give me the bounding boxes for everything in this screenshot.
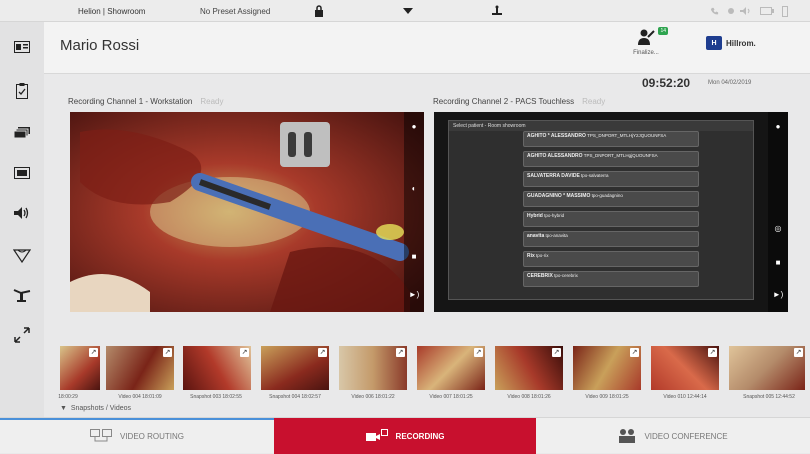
operating-table-icon[interactable]	[11, 284, 33, 306]
channel2-title: Recording Channel 2 - PACS Touchless Read…	[433, 97, 606, 106]
patient-name: Mario Rossi	[60, 37, 140, 54]
app-title: Helion | Showroom	[78, 6, 146, 16]
record-dot-icon[interactable]: ●	[768, 122, 788, 131]
surgical-table-icon[interactable]	[490, 0, 504, 22]
preset-status: No Preset Assigned	[200, 6, 271, 16]
pacs-row[interactable]: Hybrid tpo-hybrid	[523, 211, 699, 227]
pacs-row[interactable]: anavita tpo-anavita	[523, 231, 699, 247]
channel2-controls: ● ◎ ■ ►)	[768, 112, 788, 312]
snapshot-thumbnail[interactable]: ↗	[729, 346, 805, 390]
snapshot-thumbnail[interactable]: ↗	[573, 346, 641, 390]
pacs-patient-list: Select patient - Room showroom AGHITO * …	[448, 120, 754, 300]
sidebar	[0, 22, 44, 417]
expand-arrow-icon[interactable]: ↗	[474, 348, 483, 357]
recording-icon	[365, 429, 388, 441]
surgery-video-image	[70, 112, 424, 312]
snapshot-label: 18:00:29	[58, 394, 78, 400]
camera-icon[interactable]: ■	[404, 252, 424, 261]
channel1-title: Recording Channel 1 - Workstation Ready	[68, 97, 224, 106]
display-icon[interactable]	[11, 162, 33, 184]
brightness-icon[interactable]: ◐	[404, 184, 424, 193]
tab-video-routing[interactable]: VIDEO ROUTING	[0, 418, 274, 454]
bottom-navigation: VIDEO ROUTING RECORDING VIDEO CONFERENCE	[0, 417, 810, 454]
snapshot-thumbnail[interactable]: ↗	[60, 346, 100, 390]
audio-icon[interactable]: ►)	[404, 290, 424, 299]
expand-arrow-icon[interactable]: ↗	[240, 348, 249, 357]
snapshot-thumbnail[interactable]: ↗	[183, 346, 251, 390]
snapshot-thumbnail[interactable]: ↗	[261, 346, 329, 390]
finalize-person-icon	[638, 29, 655, 45]
audio-speaker-icon[interactable]	[11, 202, 33, 224]
tab-recording[interactable]: RECORDING	[274, 418, 536, 454]
layers-icon[interactable]	[11, 122, 33, 144]
record-dot-icon[interactable]: ●	[404, 122, 424, 131]
patient-card-icon[interactable]	[11, 36, 33, 58]
collapse-arrow-icon: ▼	[60, 405, 67, 412]
expand-icon[interactable]	[11, 324, 33, 346]
snapshot-thumbnail[interactable]: ↗	[339, 346, 407, 390]
audio-icon[interactable]: ►)	[768, 290, 788, 299]
pacs-row[interactable]: GUADAGNINO * MASSIMO tpo-guadagnino	[523, 191, 699, 207]
expand-arrow-icon[interactable]: ↗	[396, 348, 405, 357]
expand-arrow-icon[interactable]: ↗	[708, 348, 717, 357]
snapshot-thumbnail[interactable]: ↗	[651, 346, 719, 390]
snapshot-label: Video 006 18:01:22	[351, 394, 395, 400]
snapshot-label: Snapshot 004 18:02:57	[269, 394, 321, 400]
pacs-row[interactable]: CEREBRIX tpo-cerebrix	[523, 271, 699, 287]
pacs-row[interactable]: Rix tpo-rix	[523, 251, 699, 267]
channel2-video[interactable]: Select patient - Room showroom AGHITO * …	[434, 112, 788, 312]
pacs-row[interactable]: AGHITO ALESSANDRO TPS_DNPORT_MTLHgjQUOUN…	[523, 151, 699, 167]
expand-arrow-icon[interactable]: ↗	[794, 348, 803, 357]
channel2-state: Ready	[582, 97, 606, 106]
lock-icon[interactable]	[314, 0, 324, 22]
snapshot-label: Video 007 18:01:25	[429, 394, 473, 400]
video-routing-icon	[89, 429, 112, 442]
finalize-button[interactable]: 14 Finalize...	[626, 27, 668, 70]
video-conference-icon	[619, 429, 636, 443]
snapshot-label: Video 004 18:01:09	[118, 394, 162, 400]
expand-arrow-icon[interactable]: ↗	[89, 348, 98, 357]
surgical-light-icon[interactable]	[11, 244, 33, 266]
battery-icon	[760, 0, 774, 22]
checklist-icon[interactable]	[11, 80, 33, 102]
snapshot-label: Video 009 18:01:25	[585, 394, 629, 400]
info-icon	[782, 0, 788, 22]
expand-arrow-icon[interactable]: ↗	[318, 348, 327, 357]
finalize-label: Finalize...	[633, 50, 659, 56]
top-status-bar: Helion | Showroom No Preset Assigned	[0, 0, 810, 22]
audio-icon	[740, 0, 754, 22]
hillrom-logo: H Hillrom.	[706, 36, 756, 50]
snapshot-thumbnail[interactable]: ↗	[417, 346, 485, 390]
snapshot-label: Snapshot 003 18:02:55	[190, 394, 242, 400]
expand-arrow-icon[interactable]: ↗	[163, 348, 172, 357]
snapshot-label: Video 008 18:01:26	[507, 394, 551, 400]
channel1-controls: ● ◐ ■ ►)	[404, 112, 424, 312]
snapshot-thumbnail[interactable]: ↗	[106, 346, 174, 390]
finalize-badge: 14	[658, 27, 668, 35]
pacs-header: Select patient - Room showroom	[449, 121, 753, 131]
snapshot-thumbnail[interactable]: ↗	[495, 346, 563, 390]
snapshot-label: Video 010 12:44:14	[663, 394, 707, 400]
focus-icon[interactable]: ◎	[768, 224, 788, 233]
channel1-state: Ready	[200, 97, 224, 106]
record-dot-icon	[728, 0, 734, 22]
patient-header: Mario Rossi 14 Finalize... H Hillrom.	[44, 22, 810, 74]
snapshots-header[interactable]: ▼ Snapshots / Videos	[60, 405, 131, 412]
expand-arrow-icon[interactable]: ↗	[630, 348, 639, 357]
channel1-video[interactable]: ● ◐ ■ ►)	[70, 112, 424, 312]
pacs-row[interactable]: SALVATERRA DAVIDE tpo-salvaterra	[523, 171, 699, 187]
dropdown-arrow-icon[interactable]	[403, 0, 413, 22]
expand-arrow-icon[interactable]: ↗	[552, 348, 561, 357]
camera-icon[interactable]: ■	[768, 258, 788, 267]
snapshot-label: Snapshot 005 12:44:52	[743, 394, 795, 400]
phone-icon	[710, 0, 719, 22]
tab-video-conference[interactable]: VIDEO CONFERENCE	[536, 418, 810, 454]
pacs-row[interactable]: AGHITO * ALESSANDRO TPS_DNPORT_MTLHjY2JQ…	[523, 131, 699, 147]
